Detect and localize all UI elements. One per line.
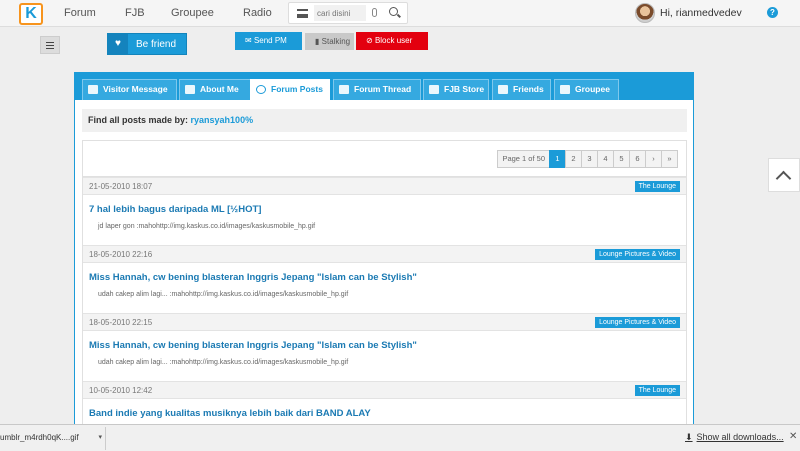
store-icon bbox=[429, 85, 439, 94]
tab-groupee[interactable]: Groupee bbox=[554, 79, 619, 100]
stalking-button[interactable]: ▮ Stalking bbox=[305, 33, 354, 50]
tab-friends[interactable]: Friends bbox=[492, 79, 551, 100]
post-header: 18-05-2010 22:16 Lounge Pictures & Video bbox=[83, 245, 686, 263]
page-2[interactable]: 2 bbox=[565, 150, 582, 168]
bookmark-icon: ▮ bbox=[315, 37, 320, 46]
find-posts-bar: Find all posts made by: ryansyah100% bbox=[82, 109, 687, 132]
page-1[interactable]: 1 bbox=[549, 150, 566, 168]
post-snippet: udah cakep alim lagi... :mahohttp://img.… bbox=[98, 359, 349, 366]
hamburger-menu-icon[interactable] bbox=[297, 9, 308, 18]
last-page-button[interactable]: » bbox=[661, 150, 678, 168]
post-category-badge[interactable]: The Lounge bbox=[634, 385, 680, 396]
hamburger-icon bbox=[46, 42, 54, 49]
info-icon bbox=[185, 85, 195, 94]
kaskus-logo[interactable]: K bbox=[19, 3, 43, 25]
download-filename: umblr_m4rdh0qK....gif bbox=[0, 433, 79, 442]
forum-posts-list: Page 1 of 50 1 2 3 4 5 6 › » 21-05-2010 … bbox=[82, 140, 687, 425]
top-navbar: K Forum FJB Groupee Radio Hi, rianmedved… bbox=[0, 0, 800, 27]
post-header: 18-05-2010 22:15 Lounge Pictures & Video bbox=[83, 313, 686, 331]
post-item: Miss Hannah, cw bening blasteran Inggris… bbox=[83, 263, 686, 313]
scroll-to-top-button[interactable] bbox=[768, 158, 800, 192]
nav-groupee[interactable]: Groupee bbox=[171, 7, 214, 19]
download-icon: ⬇ bbox=[685, 432, 693, 442]
tab-label: Forum Thread bbox=[354, 84, 412, 94]
close-icon[interactable]: ✕ bbox=[789, 431, 797, 442]
tab-fjb-store[interactable]: FJB Store bbox=[423, 79, 489, 100]
post-title-link[interactable]: Miss Hannah, cw bening blasteran Inggris… bbox=[89, 272, 417, 283]
send-pm-label: Send PM bbox=[253, 36, 287, 45]
show-all-downloads-link[interactable]: ⬇ Show all downloads... bbox=[685, 432, 784, 443]
nav-forum[interactable]: Forum bbox=[64, 7, 96, 19]
post-category-badge[interactable]: The Lounge bbox=[634, 181, 680, 192]
user-avatar[interactable] bbox=[635, 3, 655, 23]
tab-label: Visitor Message bbox=[103, 84, 168, 94]
chevron-up-icon bbox=[775, 170, 792, 187]
search-icon[interactable] bbox=[389, 7, 398, 16]
tab-visitor-message[interactable]: Visitor Message bbox=[82, 79, 177, 100]
chevron-down-icon[interactable]: ▾ bbox=[98, 433, 102, 441]
find-label: Find all posts made by: bbox=[88, 115, 189, 125]
nav-radio[interactable]: Radio bbox=[243, 7, 272, 19]
find-username-link[interactable]: ryansyah100% bbox=[191, 115, 254, 125]
post-item: Band indie yang kualitas musiknya lebih … bbox=[83, 399, 686, 424]
tab-label: FJB Store bbox=[444, 84, 485, 94]
download-item[interactable]: umblr_m4rdh0qK....gif ▾ bbox=[0, 427, 106, 450]
group-icon bbox=[560, 85, 570, 94]
post-snippet: jd laper gon :mahohttp://img.kaskus.co.i… bbox=[98, 223, 316, 230]
befriend-label: Be friend bbox=[136, 39, 177, 50]
post-item: 7 hal lebih bagus daripada ML [½HOT] jd … bbox=[83, 195, 686, 245]
block-user-label: Block user bbox=[374, 36, 413, 45]
post-title-link[interactable]: Miss Hannah, cw bening blasteran Inggris… bbox=[89, 340, 417, 351]
username-greeting[interactable]: Hi, rianmedvedev bbox=[660, 7, 742, 19]
post-header: 10-05-2010 12:42 The Lounge bbox=[83, 381, 686, 399]
page-4[interactable]: 4 bbox=[597, 150, 614, 168]
sidebar-toggle-button[interactable] bbox=[40, 36, 60, 54]
show-all-label: Show all downloads... bbox=[696, 432, 784, 442]
post-category-badge[interactable]: Lounge Pictures & Video bbox=[595, 317, 680, 328]
tab-label: Friends bbox=[513, 84, 544, 94]
next-page-button[interactable]: › bbox=[645, 150, 662, 168]
friends-icon bbox=[498, 85, 508, 94]
help-icon[interactable]: ? bbox=[767, 7, 778, 18]
search-box bbox=[288, 2, 408, 24]
post-title-link[interactable]: 7 hal lebih bagus daripada ML [½HOT] bbox=[89, 204, 261, 215]
post-date: 18-05-2010 22:15 bbox=[89, 318, 153, 327]
stalking-label: Stalking bbox=[321, 37, 351, 46]
befriend-button[interactable]: ♥ Be friend bbox=[107, 33, 187, 55]
thread-icon bbox=[339, 85, 349, 94]
post-date: 10-05-2010 12:42 bbox=[89, 386, 153, 395]
post-category-badge[interactable]: Lounge Pictures & Video bbox=[595, 249, 680, 260]
page-3[interactable]: 3 bbox=[581, 150, 598, 168]
tab-forum-posts[interactable]: Forum Posts bbox=[250, 79, 330, 100]
tab-about-me[interactable]: About Me bbox=[179, 79, 251, 100]
download-bar: umblr_m4rdh0qK....gif ▾ ⬇ Show all downlo… bbox=[0, 424, 800, 451]
post-snippet: udah cakep alim lagi... :mahohttp://img.… bbox=[98, 291, 349, 298]
comment-icon bbox=[256, 85, 266, 94]
pagination: Page 1 of 50 1 2 3 4 5 6 › » bbox=[497, 150, 678, 168]
message-icon bbox=[88, 85, 98, 94]
microphone-icon[interactable] bbox=[372, 8, 377, 17]
tab-label: About Me bbox=[200, 84, 239, 94]
page-5[interactable]: 5 bbox=[613, 150, 630, 168]
profile-tabs: Visitor Message About Me Forum Posts For… bbox=[74, 72, 694, 100]
page-info: Page 1 of 50 bbox=[497, 150, 550, 168]
post-title-link[interactable]: Band indie yang kualitas musiknya lebih … bbox=[89, 408, 371, 419]
page-6[interactable]: 6 bbox=[629, 150, 646, 168]
tab-forum-thread[interactable]: Forum Thread bbox=[333, 79, 421, 100]
send-pm-button[interactable]: ✉ Send PM bbox=[235, 32, 302, 50]
post-date: 18-05-2010 22:16 bbox=[89, 250, 153, 259]
heart-icon: ♥ bbox=[108, 34, 128, 54]
post-date: 21-05-2010 18:07 bbox=[89, 182, 153, 191]
search-input[interactable] bbox=[314, 5, 366, 21]
block-icon: ⊘ bbox=[366, 36, 373, 45]
tab-label: Groupee bbox=[575, 84, 610, 94]
pagination-row: Page 1 of 50 1 2 3 4 5 6 › » bbox=[83, 141, 686, 177]
nav-fjb[interactable]: FJB bbox=[125, 7, 145, 19]
post-header: 21-05-2010 18:07 The Lounge bbox=[83, 177, 686, 195]
post-item: Miss Hannah, cw bening blasteran Inggris… bbox=[83, 331, 686, 381]
tab-label: Forum Posts bbox=[271, 84, 323, 94]
block-user-button[interactable]: ⊘ Block user bbox=[356, 32, 428, 50]
